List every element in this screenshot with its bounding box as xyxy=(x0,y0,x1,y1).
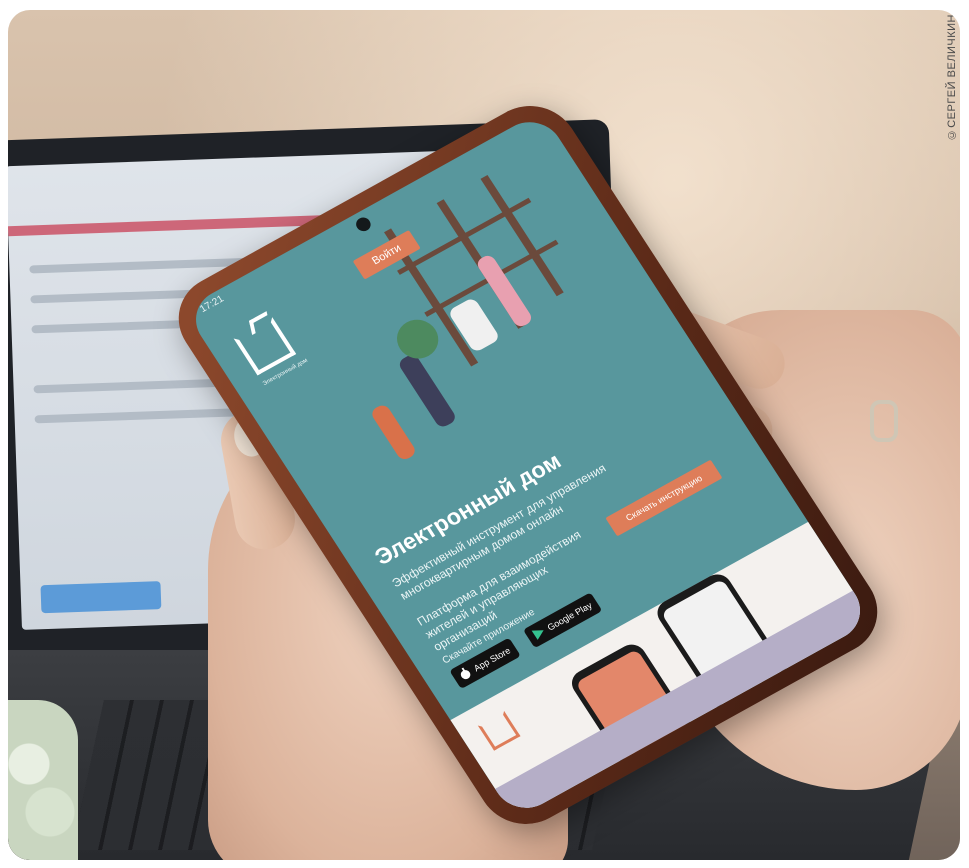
laptop-text-line xyxy=(33,378,234,394)
app-store-label: App Store xyxy=(471,645,513,674)
person-figure xyxy=(369,402,418,462)
google-play-label: Google Play xyxy=(545,600,594,633)
laptop-blue-button xyxy=(40,581,162,614)
apple-icon xyxy=(460,667,471,680)
flowers xyxy=(8,700,78,860)
google-play-icon xyxy=(531,630,544,640)
bush xyxy=(389,312,447,366)
ring xyxy=(870,400,898,442)
person-figure xyxy=(396,352,458,430)
lower-logo-icon xyxy=(477,710,521,751)
photo: 17:21 Электронный дом Войти Электронный … xyxy=(8,10,960,860)
stroller xyxy=(447,296,501,354)
status-time: 17:21 xyxy=(198,293,226,315)
photo-credit: ©СЕРГЕЙ ВЕЛИЧКИН xyxy=(946,14,958,141)
